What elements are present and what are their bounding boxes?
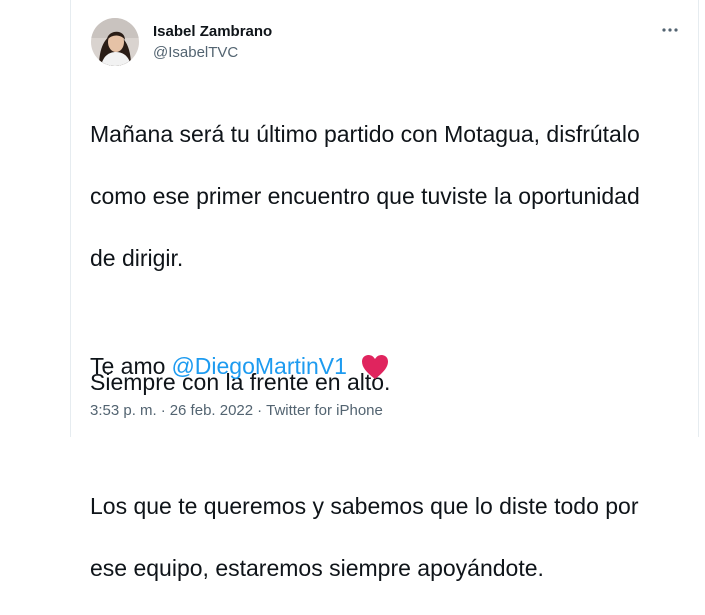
tweet-line: de dirigir.	[90, 245, 184, 271]
author-handle[interactable]: @IsabelTVC	[153, 44, 238, 62]
meta-separator: ·	[160, 402, 166, 419]
more-options-button[interactable]	[658, 18, 682, 42]
tweet-date[interactable]: 26 feb. 2022	[170, 402, 253, 419]
tweet-meta: 3:53 p. m. · 26 feb. 2022 · Twitter for iPho…	[90, 402, 383, 420]
tweet-time[interactable]: 3:53 p. m.	[90, 402, 157, 419]
more-horizontal-icon	[662, 28, 678, 32]
tweet-source[interactable]: Twitter for iPhone	[266, 402, 383, 419]
author-name[interactable]: Isabel Zambrano	[153, 23, 272, 41]
avatar[interactable]	[91, 18, 139, 66]
closing-text: Te amo	[90, 353, 166, 379]
tweet-line: como ese primer encuentro que tuviste la…	[90, 183, 640, 209]
user-mention-link[interactable]: @DiegoMartinV1	[171, 351, 346, 382]
tweet-closing-line: Te amo @DiegoMartinV1	[90, 351, 389, 382]
tweet-line: Los que te queremos y sabemos que lo dis…	[90, 493, 639, 519]
tweet-line: ese equipo, estaremos siempre apoyándote…	[90, 555, 544, 581]
heart-icon	[361, 354, 389, 380]
meta-separator: ·	[257, 402, 263, 419]
tweet-line: Mañana será tu último partido con Motagu…	[90, 121, 640, 147]
tweet-card: Isabel Zambrano @IsabelTVC Mañana será t…	[70, 0, 699, 581]
